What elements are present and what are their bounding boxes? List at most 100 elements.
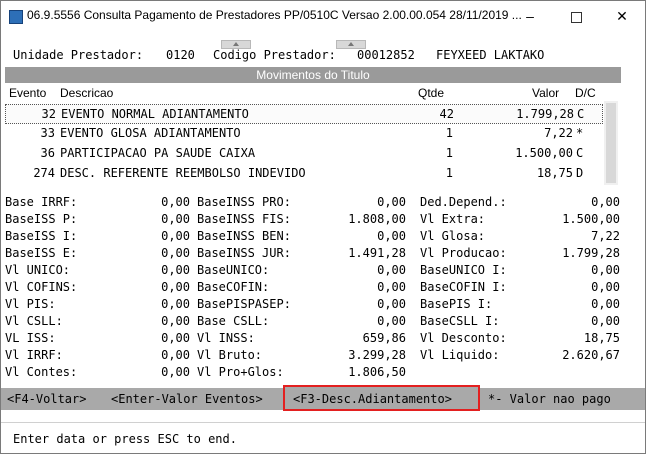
column-descricao: Descricao — [60, 86, 114, 100]
app-icon — [9, 10, 23, 24]
value-vl-bruto: 3.299,28 — [348, 348, 406, 362]
label-vl-csll: Vl CSLL: — [5, 314, 63, 328]
value-vl-iss: 0,00 — [161, 331, 190, 345]
value-base-irrf: 0,00 — [161, 195, 190, 209]
label-vl-extra: Vl Extra: — [420, 212, 486, 226]
label-vl-glosa: Vl Glosa: — [420, 229, 486, 243]
window-title: 06.9.5556 Consulta Pagamento de Prestado… — [27, 8, 522, 22]
label-baseinss-ben: BaseINSS BEN: — [197, 229, 291, 243]
label-vl-pis: Vl PIS: — [5, 297, 56, 311]
cell-valor: 1.799,28 — [516, 107, 574, 121]
label-vl-iss: VL ISS: — [5, 331, 56, 345]
totals-panel: Base IRRF: 0,00 BaseISS P: 0,00 BaseISS … — [5, 194, 621, 379]
cell-valor: 7,22 — [544, 126, 573, 140]
f4-voltar-key[interactable]: <F4-Voltar> — [7, 390, 86, 408]
label-vl-irrf: Vl IRRF: — [5, 348, 63, 362]
cell-dc: * — [576, 126, 584, 140]
label-basecofin-i: BaseCOFIN I: — [420, 280, 507, 294]
label-vl-producao: Vl Producao: — [420, 246, 507, 260]
label-vl-unico: Vl UNICO: — [5, 263, 71, 277]
cell-descricao: PARTICIPACAO PA SAUDE CAIXA — [60, 146, 256, 160]
value-vl-cofins: 0,00 — [161, 280, 190, 294]
value-vl-pis: 0,00 — [161, 297, 190, 311]
enter-valor-eventos-key[interactable]: <Enter-Valor Eventos> — [111, 390, 263, 408]
value-ded-depend: 0,00 — [591, 195, 620, 209]
label-baseiss-i: BaseISS I: — [5, 229, 78, 243]
cell-evento: 32 — [41, 107, 56, 121]
value-vl-glosa: 7,22 — [591, 229, 620, 243]
unit-value: 0120 — [166, 48, 195, 62]
value-vl-contes: 0,00 — [161, 365, 190, 379]
label-base-irrf: Base IRRF: — [5, 195, 78, 209]
code-value: 00012852 — [357, 48, 415, 62]
label-vl-bruto: Vl Bruto: — [197, 348, 263, 362]
cell-dc: D — [576, 166, 584, 180]
label-vl-pro-glos: Vl Pro+Glos: — [197, 365, 284, 379]
label-base-csll: Base CSLL: — [197, 314, 270, 328]
label-baseunico-i: BaseUNICO I: — [420, 263, 507, 277]
minimize-button[interactable]: – — [507, 1, 553, 31]
label-vl-cofins: Vl COFINS: — [5, 280, 78, 294]
cell-dc: C — [577, 107, 585, 121]
label-basecofin: BaseCOFIN: — [197, 280, 270, 294]
table-scrollbar[interactable] — [604, 101, 618, 185]
value-baseinss-ben: 0,00 — [377, 229, 406, 243]
value-basecofin: 0,00 — [377, 280, 406, 294]
label-vl-inss: Vl INSS: — [197, 331, 255, 345]
value-baseinss-fis: 1.808,00 — [348, 212, 406, 226]
label-ded-depend: Ded.Depend.: — [420, 195, 507, 209]
cell-descricao: DESC. REFERENTE REEMBOLSO INDEVIDO — [60, 166, 306, 180]
provider-name: FEYXEED LAKTAKO — [436, 48, 545, 62]
cell-descricao: EVENTO GLOSA ADIANTAMENTO — [60, 126, 241, 140]
label-basepispasep: BasePISPASEP: — [197, 297, 291, 311]
f3-desc-adiantamento-key[interactable]: <F3-Desc.Adiantamento> — [293, 390, 452, 408]
close-button[interactable]: ✕ — [599, 1, 645, 31]
table-row[interactable]: 33 EVENTO GLOSA ADIANTAMENTO 1 7,22 * — [5, 124, 601, 142]
scrollbar-thumb[interactable] — [606, 103, 616, 183]
terminal-screen: Unidade Prestador: 0120 Codigo Prestador… — [1, 31, 645, 453]
table-row[interactable]: 274 DESC. REFERENTE REEMBOLSO INDEVIDO 1… — [5, 164, 601, 182]
value-vl-liquido: 2.620,67 — [562, 348, 620, 362]
maximize-button[interactable] — [553, 1, 599, 31]
cell-dc: C — [576, 146, 584, 160]
label-basepis-i: BasePIS I: — [420, 297, 493, 311]
label-baseunico: BaseUNICO: — [197, 263, 270, 277]
value-baseunico-i: 0,00 — [591, 263, 620, 277]
label-vl-desconto: Vl Desconto: — [420, 331, 507, 345]
label-baseiss-p: BaseISS P: — [5, 212, 78, 226]
value-baseinss-jur: 1.491,28 — [348, 246, 406, 260]
value-vl-csll: 0,00 — [161, 314, 190, 328]
section-title: Movimentos do Titulo — [5, 67, 621, 83]
table-row[interactable]: 32 EVENTO NORMAL ADIANTAMENTO 42 1.799,2… — [5, 104, 603, 124]
maximize-icon — [570, 11, 582, 23]
value-vl-unico: 0,00 — [161, 263, 190, 277]
value-basecofin-i: 0,00 — [591, 280, 620, 294]
label-vl-liquido: Vl Liquido: — [420, 348, 500, 362]
label-baseinss-pro: BaseINSS PRO: — [197, 195, 291, 209]
value-baseiss-e: 0,00 — [161, 246, 190, 260]
value-vl-pro-glos: 1.806,50 — [348, 365, 406, 379]
value-vl-desconto: 18,75 — [583, 331, 620, 345]
value-base-csll: 0,00 — [377, 314, 406, 328]
title-bar: 06.9.5556 Consulta Pagamento de Prestado… — [1, 1, 645, 31]
column-valor: Valor — [532, 86, 560, 100]
cell-valor: 18,75 — [536, 166, 573, 180]
value-baseunico: 0,00 — [377, 263, 406, 277]
cell-valor: 1.500,00 — [515, 146, 573, 160]
cell-qtde: 1 — [445, 126, 453, 140]
value-baseiss-i: 0,00 — [161, 229, 190, 243]
label-baseinss-fis: BaseINSS FIS: — [197, 212, 291, 226]
table-row[interactable]: 36 PARTICIPACAO PA SAUDE CAIXA 1 1.500,0… — [5, 144, 601, 162]
value-baseiss-p: 0,00 — [161, 212, 190, 226]
column-qtde: Qtde — [418, 86, 445, 100]
cell-qtde: 1 — [445, 146, 453, 160]
status-bar: Enter data or press ESC to end. — [1, 422, 645, 452]
status-message: Enter data or press ESC to end. — [13, 432, 237, 446]
cell-qtde: 42 — [439, 107, 454, 121]
cell-descricao: EVENTO NORMAL ADIANTAMENTO — [61, 107, 249, 121]
label-basecsll-i: BaseCSLL I: — [420, 314, 500, 328]
cell-evento: 33 — [40, 126, 55, 140]
unit-label: Unidade Prestador: — [13, 48, 144, 62]
code-label: Codigo Prestador: — [213, 48, 336, 62]
legend-nao-pago: *- Valor nao pago — [488, 392, 611, 406]
